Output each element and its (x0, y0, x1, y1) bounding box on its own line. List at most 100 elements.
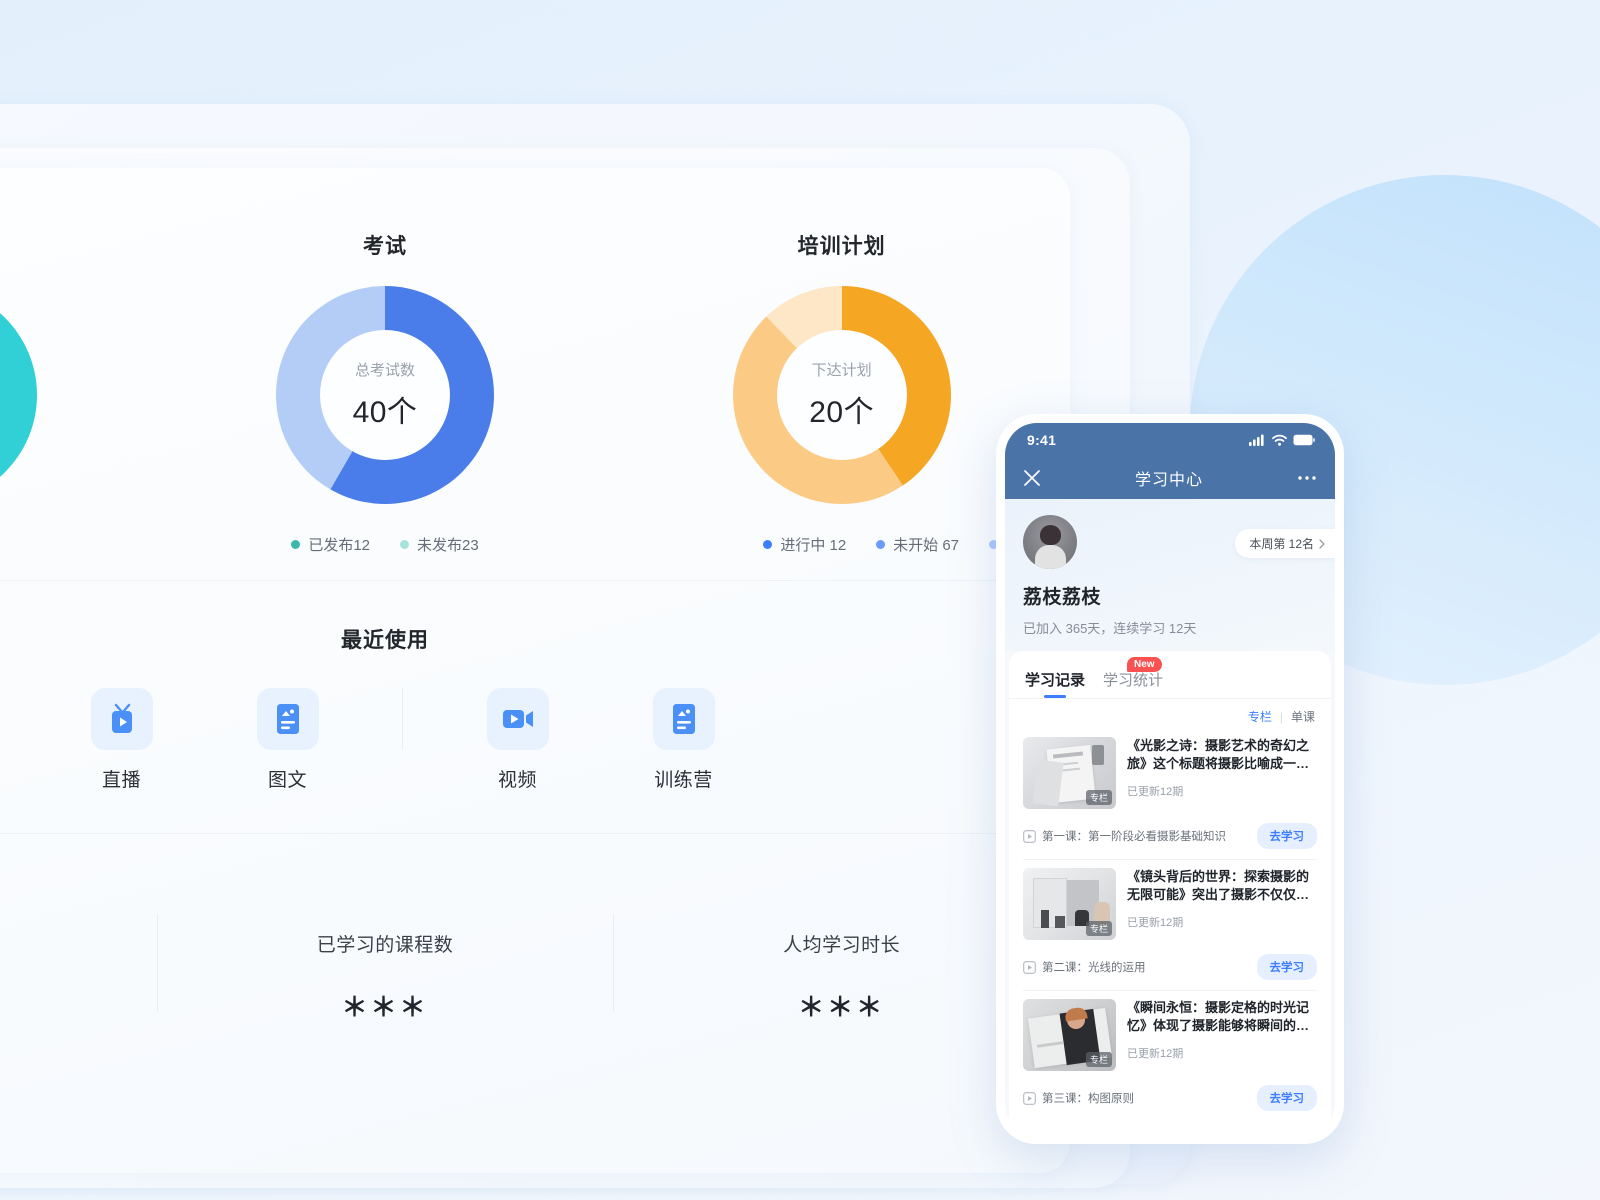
go-learn-button[interactable]: 去学习 (1256, 954, 1317, 980)
recent-item-training-camp[interactable]: 训练营 (632, 688, 735, 792)
wifi-icon (1272, 434, 1287, 446)
training-camp-icon (672, 704, 695, 734)
icon-box (486, 688, 549, 750)
donut-center-label: 总考试数 (354, 362, 415, 379)
stat-value: ＊＊＊ (341, 992, 429, 1022)
recent-item-article[interactable]: 图文 (236, 688, 339, 792)
stat-label: 已学习的课程数 (316, 935, 454, 956)
status-icons (1249, 434, 1315, 446)
legend-item[interactable]: 未发布23 (400, 534, 479, 555)
chart-title: 考试 (363, 235, 407, 258)
live-tv-icon (111, 703, 132, 733)
recent-item-label: 训练营 (654, 770, 713, 791)
nav-title: 学习中心 (1134, 472, 1203, 489)
recent-item-live[interactable]: 直播 (70, 688, 173, 792)
lesson-row: 第三课：构图原则 去学习 (1023, 1075, 1317, 1121)
donut-center-label: 下达计划 (811, 362, 872, 379)
chart-legend: 已发布12 未发布23 (291, 534, 479, 555)
profile-section: 本周第 12名 荔枝荔枝 已加入 365天，连续学习 12天 (1005, 499, 1335, 651)
course-item[interactable]: 专栏 《镜头背后的世界：探索摄影的无限可能》突出了摄影不仅仅是按… 已更新12期… (1009, 860, 1331, 991)
stat-label: 人均学习时长 (783, 935, 901, 956)
tab-learning-stats[interactable]: 学习统计 (1103, 669, 1163, 698)
lesson-row: 第一课：第一阶段必看摄影基础知识 去学习 (1023, 813, 1317, 860)
lesson-title: 第三课：构图原则 (1042, 1093, 1134, 1105)
lesson-left: 第一课：第一阶段必看摄影基础知识 (1023, 828, 1226, 844)
donut-wrapper: 下达计划 20个 (732, 286, 951, 504)
status-time: 9:41 (1027, 432, 1057, 448)
recent-item-label: 图文 (267, 770, 307, 791)
video-play-icon (502, 710, 533, 728)
course-item[interactable]: 专栏 《瞬间永恒：摄影定格的时光记忆》体现了摄影能够将瞬间的美… 已更新12期 … (1009, 991, 1331, 1121)
more-icon[interactable] (1297, 475, 1317, 481)
donut-wrapper: 总课程数 100个 (0, 286, 38, 504)
lesson-left: 第二课：光线的运用 (1023, 959, 1146, 975)
course-meta: 已更新12期 (1127, 1047, 1184, 1060)
course-thumbnail: 专栏 (1023, 737, 1116, 809)
tab-bar: 学习记录 学习统计 New (1009, 651, 1331, 699)
profile-subtitle: 已加入 365天，连续学习 12天 (1023, 621, 1197, 636)
lesson-title: 第一课：第一阶段必看摄影基础知识 (1042, 831, 1226, 843)
filter-single-course[interactable]: 单课 (1291, 708, 1315, 725)
donut-center: 总课程数 100个 (0, 286, 37, 504)
play-box-icon (1023, 1091, 1036, 1105)
lesson-title: 第二课：光线的运用 (1042, 962, 1146, 974)
chart-exam: 考试 总考试数 40个 已发布12 未发布23 (157, 168, 614, 580)
filter-row: 专栏 | 单课 (1009, 699, 1331, 729)
course-info: 《光影之诗：摄影艺术的奇幻之旅》这个标题将摄影比喻成一首… 已更新12期 (1127, 737, 1317, 809)
course-summary: 专栏 《镜头背后的世界：探索摄影的无限可能》突出了摄影不仅仅是按… 已更新12期 (1023, 860, 1317, 940)
lesson-row: 第二课：光线的运用 去学习 (1023, 944, 1317, 991)
go-learn-button[interactable]: 去学习 (1256, 823, 1317, 849)
recent-item-label: 视频 (497, 770, 537, 791)
donut-wrapper: 总考试数 40个 (276, 286, 494, 504)
recently-used-list: 打卡 圈子 (0, 688, 1070, 792)
course-title: 《镜头背后的世界：探索摄影的无限可能》突出了摄影不仅仅是按… (1127, 869, 1310, 903)
course-item[interactable]: 专栏 《光影之诗：摄影艺术的奇幻之旅》这个标题将摄影比喻成一首… 已更新12期 … (1009, 729, 1331, 860)
donut-center-value: 20个 (809, 396, 875, 429)
course-info: 《瞬间永恒：摄影定格的时光记忆》体现了摄影能够将瞬间的美… 已更新12期 (1127, 999, 1317, 1071)
charts-row: 课程数 总课程数 100个 内部课 44 采购课 56 (0, 168, 1070, 580)
chart-legend: 进行中 12 未开始 67 (763, 534, 1006, 555)
course-summary: 专栏 《瞬间永恒：摄影定格的时光记忆》体现了摄影能够将瞬间的美… 已更新12期 (1023, 991, 1317, 1071)
avatar[interactable] (1023, 515, 1077, 569)
recently-used-section: 最近使用 打卡 (0, 581, 1070, 833)
play-box-icon (1023, 829, 1036, 843)
course-thumbnail: 专栏 (1023, 868, 1116, 940)
icon-box (256, 688, 319, 750)
donut-center: 总考试数 40个 (276, 286, 494, 504)
filter-column[interactable]: 专栏 (1248, 708, 1272, 725)
legend-label: 未开始 67 (893, 537, 960, 554)
rank-label: 本周第 12名 (1249, 537, 1314, 551)
course-title: 《瞬间永恒：摄影定格的时光记忆》体现了摄影能够将瞬间的美… (1127, 1000, 1310, 1034)
icon-box (652, 688, 715, 750)
section-title: 最近使用 (341, 629, 429, 652)
status-bar: 9:41 (1005, 423, 1335, 457)
lesson-left: 第三课：构图原则 (1023, 1090, 1134, 1106)
legend-dot-icon (876, 540, 886, 549)
course-thumbnail: 专栏 (1023, 999, 1116, 1071)
icon-box (90, 688, 153, 750)
tab-learning-record[interactable]: 学习记录 (1025, 669, 1085, 698)
chart-course-count: 课程数 总课程数 100个 内部课 44 采购课 56 (0, 168, 157, 580)
legend-label: 已发布12 (308, 537, 370, 554)
legend-dot-icon (291, 540, 301, 549)
course-tag: 专栏 (1085, 921, 1112, 936)
course-title: 《光影之诗：摄影艺术的奇幻之旅》这个标题将摄影比喻成一首… (1127, 738, 1310, 772)
play-box-icon (1023, 960, 1036, 974)
legend-item[interactable]: 已发布12 (291, 534, 370, 555)
go-learn-button[interactable]: 去学习 (1256, 1085, 1317, 1111)
dashboard-card: 课程数 总课程数 100个 内部课 44 采购课 56 (0, 168, 1070, 1173)
recent-item-circle[interactable]: 圈子 (0, 688, 7, 792)
legend-item[interactable]: 未开始 67 (876, 534, 959, 555)
recent-item-video[interactable]: 视频 (466, 688, 569, 792)
course-meta: 已更新12期 (1127, 916, 1184, 929)
legend-item[interactable]: 进行中 12 (763, 534, 846, 555)
signal-icon (1249, 434, 1264, 446)
close-icon[interactable] (1023, 469, 1041, 487)
legend-label: 未发布23 (417, 537, 479, 554)
chevron-right-icon (1319, 538, 1325, 549)
course-meta: 已更新12期 (1127, 785, 1184, 798)
weekly-rank-badge[interactable]: 本周第 12名 (1235, 529, 1335, 558)
legend-dot-icon (763, 540, 773, 549)
learning-list-card: 学习记录 学习统计 New 专栏 | 单课 专栏 《光影之诗：摄影艺术的奇幻之旅… (1009, 651, 1331, 1135)
stat-learned-courses: 已学习的课程数 ＊＊＊ (156, 834, 614, 1173)
